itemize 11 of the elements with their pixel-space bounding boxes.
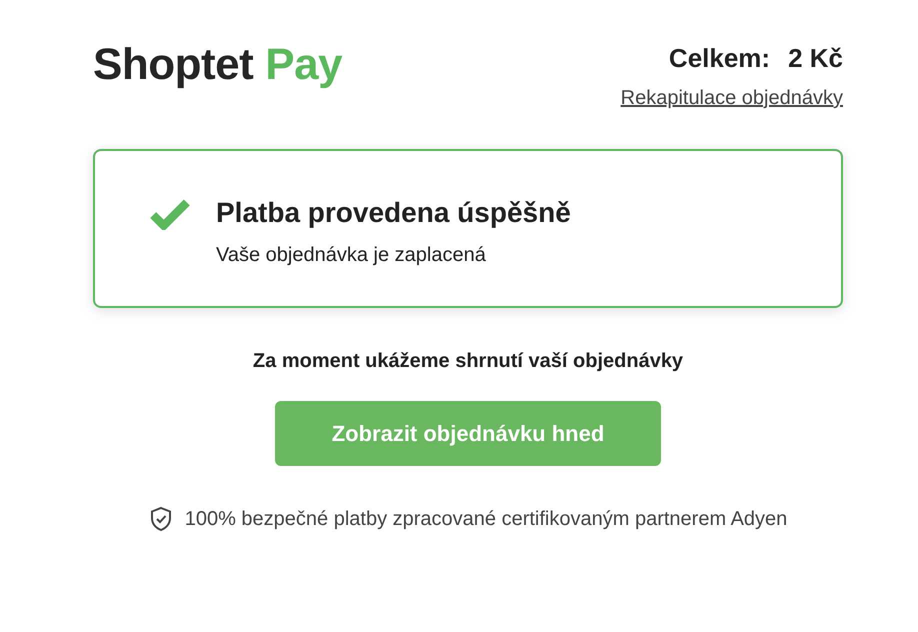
shield-icon [148,506,173,532]
notice-text: Za moment ukážeme shrnutí vaší objednávky [252,349,684,374]
logo-accent-text: Pay [265,40,342,89]
total-amount: 2 Kč [788,43,843,73]
status-title: Platba provedena úspěšně [216,196,571,230]
summary-link[interactable]: Rekapitulace objednávky [620,87,843,110]
security-note: 100% bezpečné platby zpracované certifikovaným partnerem Adyen [184,508,788,530]
check-icon [149,198,191,230]
status-message: Vaše objednávka je zaplacená [216,244,487,267]
total-label: Celkem: [668,43,770,73]
logo-text: Shoptet [93,40,254,89]
